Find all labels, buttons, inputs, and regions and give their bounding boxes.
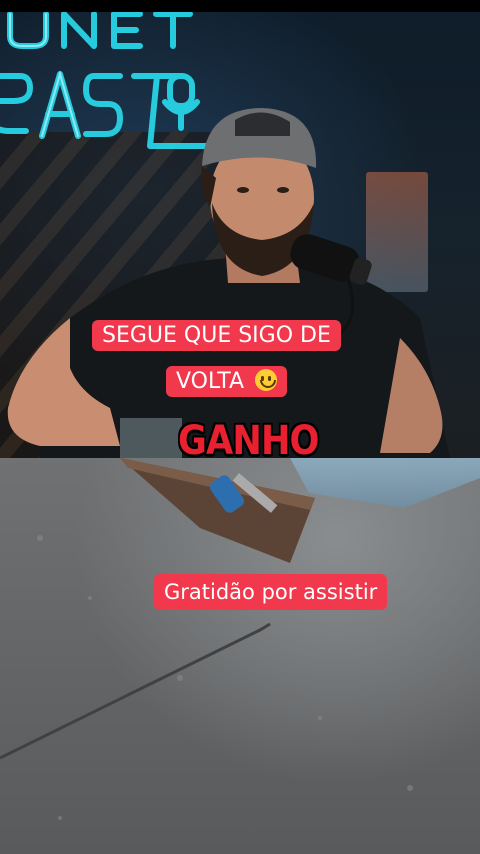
concrete-seam <box>0 535 413 820</box>
slightly-smiling-face-icon <box>255 369 277 391</box>
caption-bottom: Gratidão por assistir <box>154 574 388 610</box>
overlay-word: GANHO <box>178 418 319 464</box>
caption-line-1-text: SEGUE QUE SIGO DE <box>102 323 331 348</box>
caption-line-2: VOLTA <box>166 366 287 397</box>
caption-line-1: SEGUE QUE SIGO DE <box>92 320 341 351</box>
caption-bottom-text: Gratidão por assistir <box>164 580 378 604</box>
top-letterbox <box>0 0 480 12</box>
caption-line-2-text: VOLTA <box>176 369 244 394</box>
podcast-host <box>7 108 450 458</box>
concrete-video-frame[interactable] <box>0 458 480 854</box>
